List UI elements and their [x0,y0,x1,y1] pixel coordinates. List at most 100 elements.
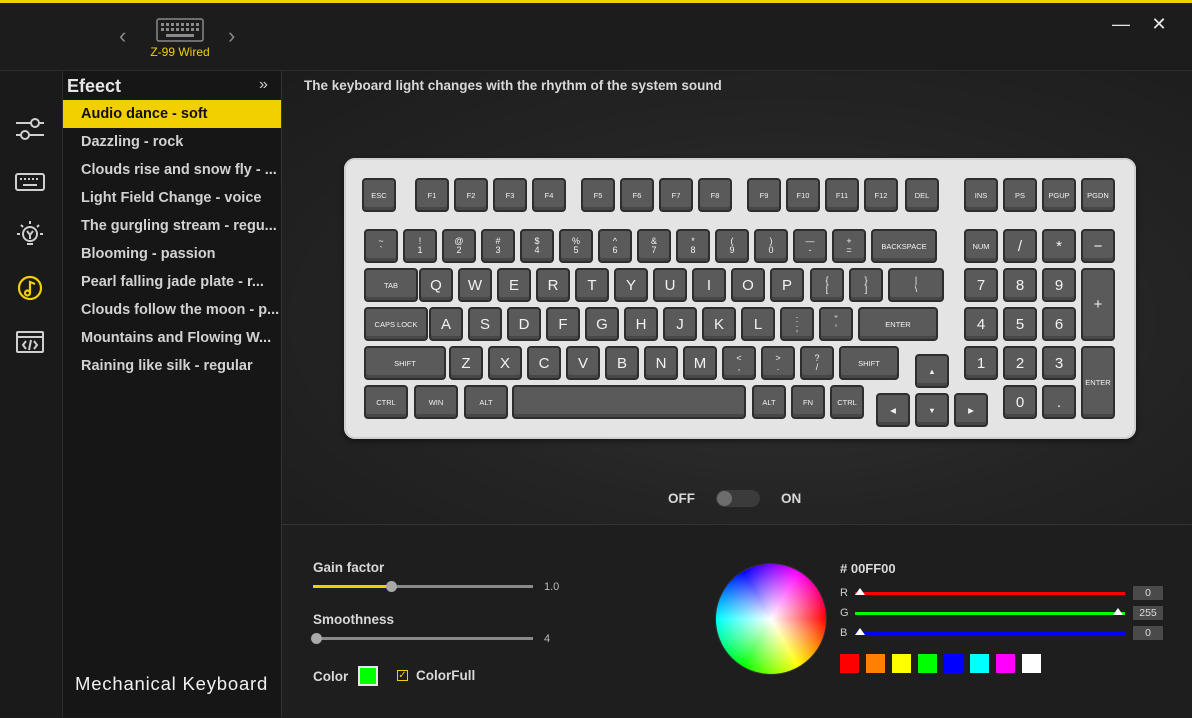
key-numpad-plus[interactable]: + [1081,268,1115,341]
preset-swatch[interactable] [970,654,989,673]
key-e[interactable]: E [497,268,531,302]
music-note-icon[interactable] [14,272,46,304]
key-c[interactable]: C [527,346,561,380]
key-u[interactable]: U [653,268,687,302]
key-f[interactable]: F [546,307,580,341]
key-11[interactable]: — - [793,229,827,263]
key-win[interactable]: WIN [414,385,458,419]
key-numpad-7[interactable]: 7 [964,268,998,302]
key-left-ctrl[interactable]: CTRL [364,385,408,419]
key-f6[interactable]: F6 [620,178,654,212]
key-l[interactable]: L [741,307,775,341]
key-f12[interactable]: F12 [864,178,898,212]
effect-item-clouds-follow[interactable]: Clouds follow the moon - p... [63,296,281,324]
key-numpad-minus[interactable]: − [1081,229,1115,263]
key-6[interactable]: ^ 6 [598,229,632,263]
smoothness-slider-thumb[interactable] [311,633,322,644]
key-sym-1[interactable]: >. [761,346,795,380]
key-numpad-9[interactable]: 9 [1042,268,1076,302]
key-w[interactable]: W [458,268,492,302]
blue-input[interactable] [1133,626,1163,640]
preset-swatch[interactable] [944,654,963,673]
lightbulb-icon[interactable] [14,219,46,251]
color-wheel[interactable] [715,563,827,675]
key-numpad-6[interactable]: 6 [1042,307,1076,341]
preset-swatch[interactable] [996,654,1015,673]
key-del[interactable]: DEL [905,178,939,212]
key-numpad-multiply[interactable]: * [1042,229,1076,263]
gain-slider[interactable] [313,581,533,592]
effect-item-audio-dance[interactable]: Audio dance - soft [63,100,281,128]
preset-swatch[interactable] [840,654,859,673]
key-f4[interactable]: F4 [532,178,566,212]
key-num[interactable]: NUM [964,229,998,263]
key-down-arrow[interactable]: ▼ [915,393,949,427]
keyboard-icon[interactable] [14,166,46,198]
key-y[interactable]: Y [614,268,648,302]
effect-item-blooming[interactable]: Blooming - passion [63,240,281,268]
close-button[interactable]: ✕ [1150,15,1168,33]
key-3[interactable]: #3 [481,229,515,263]
key-sym-2[interactable]: ? / [800,346,834,380]
key-right-alt[interactable]: ALT [752,385,786,419]
key-f11[interactable]: F11 [825,178,859,212]
key-bracket-1[interactable]: }] [849,268,883,302]
key-f10[interactable]: F10 [786,178,820,212]
key-numpad-1[interactable]: 1 [964,346,998,380]
key-f1[interactable]: F1 [415,178,449,212]
key-5[interactable]: % 5 [559,229,593,263]
key-4[interactable]: $4 [520,229,554,263]
minimize-button[interactable]: — [1112,15,1130,33]
key-enter[interactable]: ENTER [858,307,938,341]
key-ins[interactable]: INS [964,178,998,212]
key-right-ctrl[interactable]: CTRL [830,385,864,419]
red-input[interactable] [1133,586,1163,600]
effect-item-raining[interactable]: Raining like silk - regular [63,352,281,380]
key-g[interactable]: G [585,307,619,341]
key-f8[interactable]: F8 [698,178,732,212]
key-2[interactable]: @2 [442,229,476,263]
key-10[interactable]: ) 0 [754,229,788,263]
key-sym-0[interactable]: <, [722,346,756,380]
key-q[interactable]: Q [419,268,453,302]
key-k[interactable]: K [702,307,736,341]
key-n[interactable]: N [644,346,678,380]
key-j[interactable]: J [663,307,697,341]
key-1[interactable]: ! 1 [403,229,437,263]
smoothness-slider[interactable] [311,633,533,644]
green-slider-marker[interactable] [1113,608,1123,615]
effect-item-light-field[interactable]: Light Field Change - voice [63,184,281,212]
code-icon[interactable] [14,326,46,358]
key-o[interactable]: O [731,268,765,302]
colorfull-checkbox[interactable]: ✓ [397,670,408,681]
key-left-arrow[interactable]: ◀ [876,393,910,427]
key-t[interactable]: T [575,268,609,302]
collapse-icon[interactable]: » [259,76,268,94]
key-f9[interactable]: F9 [747,178,781,212]
key-pgdn[interactable]: PGDN [1081,178,1115,212]
key-backspace[interactable]: BACKSPACE [871,229,937,263]
key-9[interactable]: (9 [715,229,749,263]
key-x[interactable]: X [488,346,522,380]
key-12[interactable]: + = [832,229,866,263]
key-numpad-0[interactable]: 0 [1003,385,1037,419]
preset-swatch[interactable] [918,654,937,673]
key-numpad-divide[interactable]: / [1003,229,1037,263]
key-pgup[interactable]: PGUP [1042,178,1076,212]
effect-item-pearl-falling[interactable]: Pearl falling jade plate - r... [63,268,281,296]
key-left-shift[interactable]: SHIFT [364,346,446,380]
effect-item-clouds-rise[interactable]: Clouds rise and snow fly - ... [63,156,281,184]
key-bracket-2[interactable]: | \ [888,268,944,302]
key-numpad-decimal[interactable]: . [1042,385,1076,419]
key-numpad-3[interactable]: 3 [1042,346,1076,380]
key-ps[interactable]: PS [1003,178,1037,212]
key-numpad-enter[interactable]: ENTER [1081,346,1115,419]
key-esc[interactable]: ESC [362,178,396,212]
key-r[interactable]: R [536,268,570,302]
key-left-alt[interactable]: ALT [464,385,508,419]
key-fn[interactable]: FN [791,385,825,419]
key-punct-1[interactable]: " ' [819,307,853,341]
key-s[interactable]: S [468,307,502,341]
key-b[interactable]: B [605,346,639,380]
gain-slider-thumb[interactable] [385,581,397,592]
